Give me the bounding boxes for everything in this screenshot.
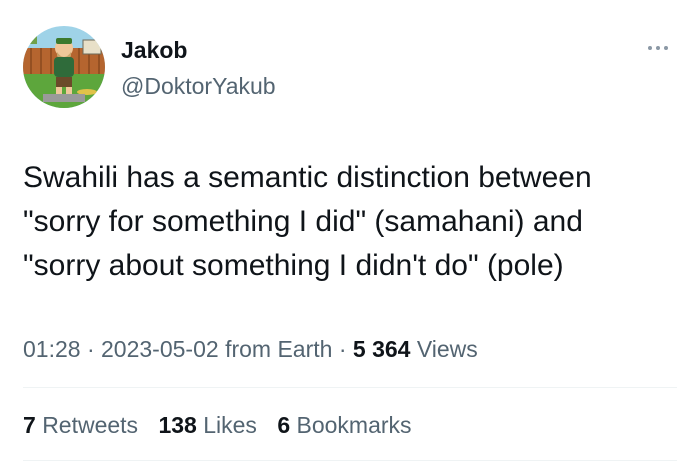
retweets-label: Retweets xyxy=(42,412,139,438)
tweet-time[interactable]: 01:28 xyxy=(23,336,81,362)
meta-separator: · xyxy=(86,336,95,362)
divider xyxy=(23,387,677,388)
tweet-text: Swahili has a semantic distinction betwe… xyxy=(23,156,683,288)
retweets-stat[interactable]: 7 Retweets xyxy=(23,412,138,438)
bookmarks-count: 6 xyxy=(277,412,291,438)
avatar[interactable] xyxy=(23,26,105,108)
views-count: 5 364 xyxy=(352,336,411,362)
divider xyxy=(23,460,677,461)
tweet-text-line: "sorry for something I did" (samahani) a… xyxy=(23,205,583,238)
likes-count: 138 xyxy=(158,412,197,438)
views-label: Views xyxy=(416,336,478,362)
tweet-meta: 01:28 · 2023-05-02 from Earth · 5 364 Vi… xyxy=(23,334,478,364)
bookmarks-stat[interactable]: 6 Bookmarks xyxy=(277,412,411,438)
tweet-text-line: Swahili has a semantic distinction betwe… xyxy=(23,161,592,194)
author-name[interactable]: Jakob xyxy=(121,36,187,64)
tweet-stats: 7 Retweets 138 Likes 6 Bookmarks xyxy=(23,410,426,440)
meta-separator: · xyxy=(338,336,347,362)
retweets-count: 7 xyxy=(23,412,36,438)
author-handle[interactable]: @DoktorYakub xyxy=(121,72,276,100)
more-dots-icon xyxy=(646,46,670,50)
more-options-button[interactable] xyxy=(640,36,676,60)
tweet-source: from Earth xyxy=(225,336,333,362)
likes-stat[interactable]: 138 Likes xyxy=(158,412,256,438)
likes-label: Likes xyxy=(203,412,257,438)
avatar-image xyxy=(23,26,105,108)
bookmarks-label: Bookmarks xyxy=(296,412,412,438)
tweet-text-line: "sorry about something I didn't do" (pol… xyxy=(23,249,564,282)
tweet-card: Jakob @DoktorYakub Swahili has a semanti… xyxy=(0,0,700,462)
tweet-date[interactable]: 2023-05-02 xyxy=(101,336,219,362)
